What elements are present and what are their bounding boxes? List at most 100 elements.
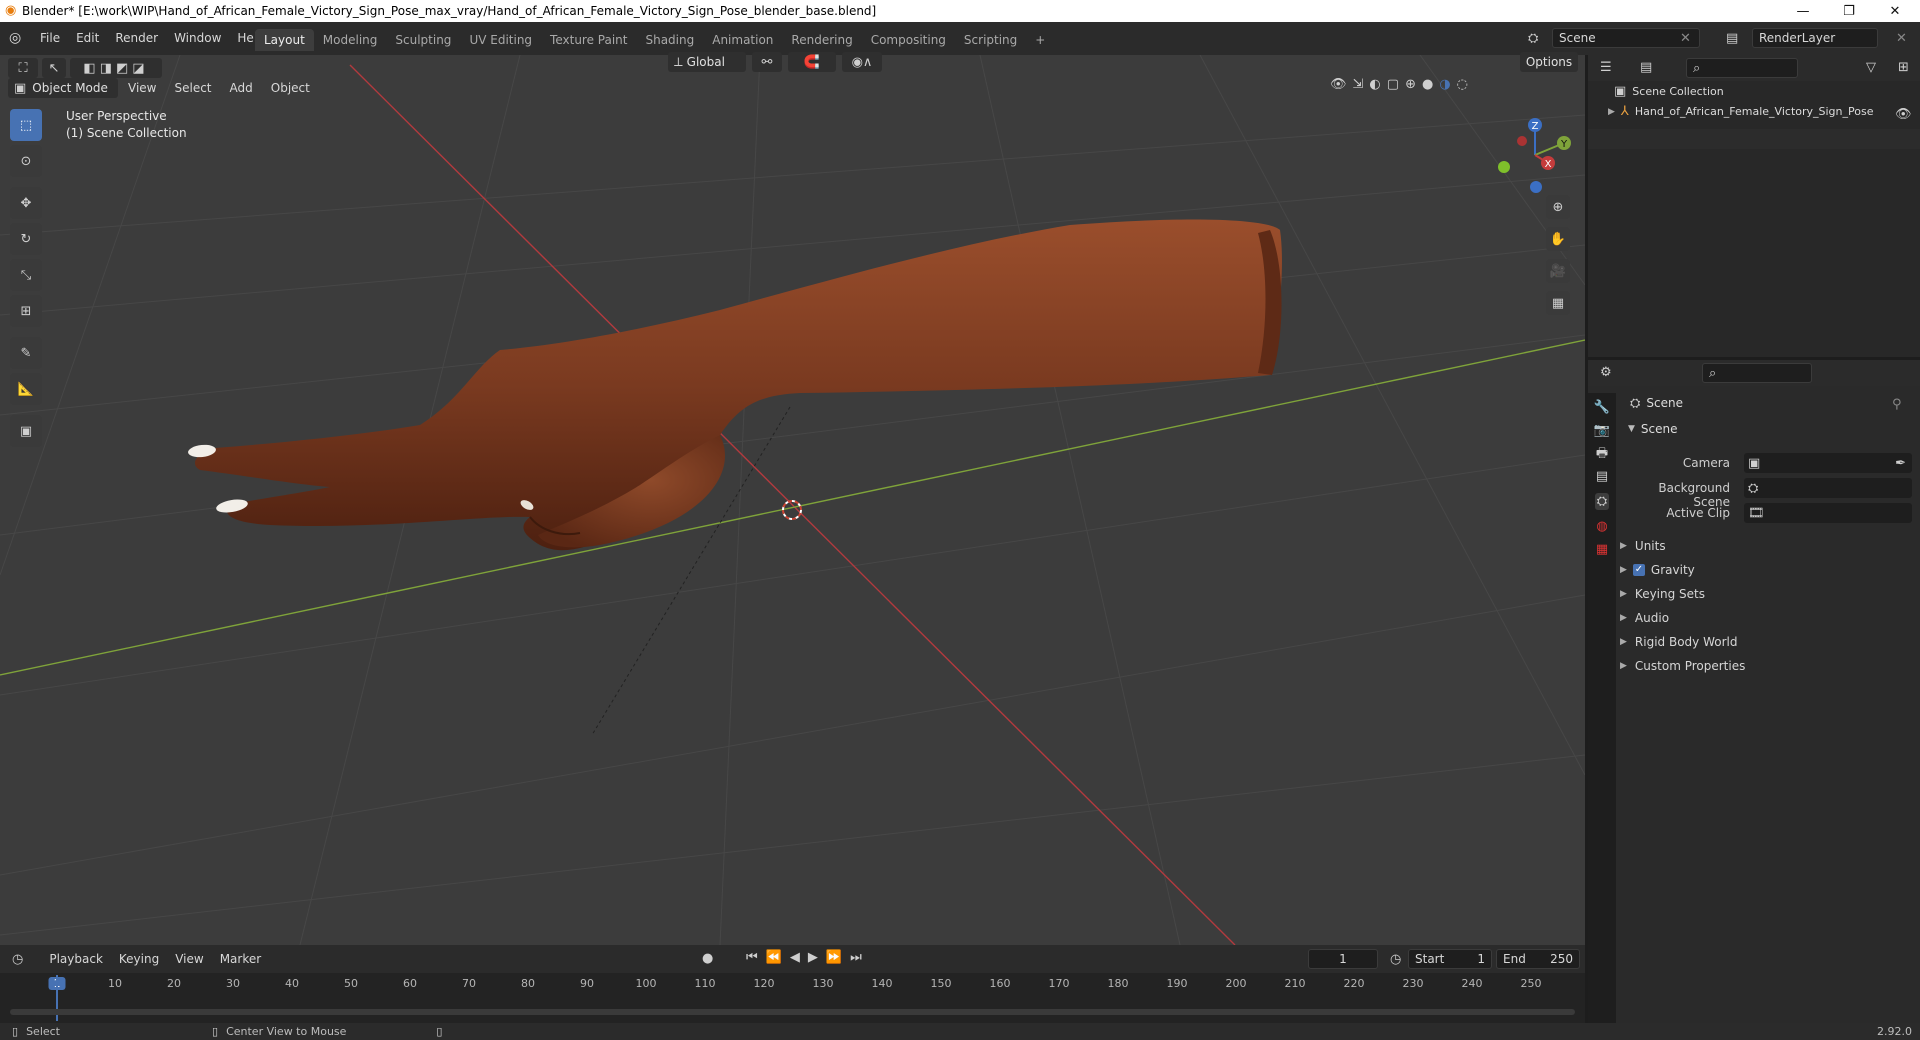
proportional-edit-icon[interactable]: ◉∧ bbox=[842, 52, 882, 72]
eyedropper-icon[interactable]: ✒ bbox=[1895, 457, 1906, 470]
rendered-shading-icon[interactable]: ◌ bbox=[1457, 78, 1468, 91]
outliner-search-input[interactable]: ⌕ bbox=[1686, 58, 1798, 78]
perspective-grid-icon[interactable]: ▦ bbox=[1546, 291, 1570, 315]
preview-range-icon[interactable]: ◷ bbox=[1390, 953, 1401, 966]
timeline[interactable]: 1 10 20 30 40 50 60 70 80 90 100 110 120 130 140 150 160… bbox=[0, 973, 1585, 1023]
play-icon[interactable]: ▶ bbox=[808, 951, 818, 964]
expand-arrow-icon[interactable]: ▶ bbox=[1608, 107, 1615, 117]
filter-icon[interactable]: ▽ bbox=[1866, 61, 1876, 74]
tab-layout[interactable]: Layout bbox=[255, 29, 314, 51]
viewport-menu-select[interactable]: Select bbox=[166, 78, 219, 98]
hand-model[interactable] bbox=[187, 219, 1282, 551]
transform-orientation-dropdown[interactable]: ⟂ Global bbox=[668, 52, 746, 72]
camera-view-icon[interactable]: 🎥 bbox=[1546, 259, 1570, 283]
add-cube-tool[interactable]: ▣ bbox=[10, 415, 42, 447]
texture-tab-icon[interactable]: ▦ bbox=[1596, 543, 1608, 556]
solid-shading-icon[interactable]: ● bbox=[1422, 78, 1433, 91]
cursor-tool[interactable]: ⊙ bbox=[10, 145, 42, 177]
tab-rendering[interactable]: Rendering bbox=[782, 29, 861, 51]
current-frame-field[interactable]: 1 bbox=[1308, 949, 1378, 969]
gravity-checkbox[interactable]: ✓ bbox=[1632, 564, 1645, 576]
section-gravity[interactable]: ▶ ✓ Gravity bbox=[1620, 559, 1920, 581]
display-mode-icon[interactable]: ▤ bbox=[1640, 61, 1652, 74]
timeline-menu-view[interactable]: View bbox=[167, 949, 211, 969]
play-reverse-icon[interactable]: ◀ bbox=[790, 951, 800, 964]
viewport-menu-object[interactable]: Object bbox=[263, 78, 318, 98]
jump-start-icon[interactable]: ⏮ bbox=[746, 951, 758, 964]
blender-menu-icon[interactable]: ◎ bbox=[9, 30, 21, 46]
background-scene-field[interactable]: ⛭ bbox=[1744, 478, 1912, 498]
eye-icon[interactable]: 👁 bbox=[1895, 108, 1912, 121]
move-tool[interactable]: ✥ bbox=[10, 187, 42, 219]
properties-editor-icon[interactable]: ⚙ bbox=[1600, 366, 1612, 379]
menu-window[interactable]: Window bbox=[166, 28, 229, 48]
viewport-menu-add[interactable]: Add bbox=[222, 78, 261, 98]
section-custom-properties[interactable]: ▶ Custom Properties bbox=[1620, 655, 1920, 677]
start-frame-field[interactable]: Start 1 bbox=[1408, 949, 1492, 969]
pan-hand-icon[interactable]: ✋ bbox=[1546, 227, 1570, 251]
camera-field[interactable]: ▣ ✒ bbox=[1744, 453, 1912, 473]
timeline-editor-icon[interactable]: ◷ bbox=[12, 953, 23, 966]
options-dropdown[interactable]: Options bbox=[1520, 52, 1578, 72]
navigation-gizmo[interactable]: Z Y X bbox=[1490, 113, 1580, 197]
menu-edit[interactable]: Edit bbox=[68, 28, 107, 48]
maximize-icon[interactable]: ❐ bbox=[1826, 0, 1872, 22]
zoom-icon[interactable]: ⊕ bbox=[1546, 195, 1570, 219]
pivot-icon[interactable]: ⚯ bbox=[752, 52, 782, 72]
wireframe-shading-icon[interactable]: ⊕ bbox=[1405, 78, 1416, 91]
timeline-menu-keying[interactable]: Keying bbox=[111, 949, 167, 969]
add-workspace-icon[interactable]: + bbox=[1026, 29, 1054, 51]
close-icon[interactable]: ✕ bbox=[1872, 0, 1918, 22]
next-keyframe-icon[interactable]: ⏩ bbox=[826, 951, 842, 964]
view-layer-tab-icon[interactable]: ▤ bbox=[1596, 470, 1608, 483]
timeline-menu-playback[interactable]: Playback bbox=[41, 949, 111, 969]
outliner-editor-icon[interactable]: ☰ bbox=[1600, 61, 1612, 74]
scene-close-icon[interactable]: ✕ bbox=[1680, 32, 1691, 45]
section-keying-sets[interactable]: ▶ Keying Sets bbox=[1620, 583, 1920, 605]
tab-scripting[interactable]: Scripting bbox=[955, 29, 1026, 51]
scene-tab-icon[interactable]: ⛭ bbox=[1594, 493, 1610, 510]
select-box-tool[interactable]: ⬚ bbox=[10, 109, 42, 141]
active-clip-field[interactable]: 🎞 bbox=[1744, 503, 1912, 523]
jump-end-icon[interactable]: ⏭ bbox=[850, 951, 862, 964]
selection-mode-icons[interactable]: ◧◨◩◪ bbox=[70, 58, 162, 78]
viewport-menu-view[interactable]: View bbox=[120, 78, 164, 98]
measure-tool[interactable]: 📐 bbox=[10, 373, 42, 405]
section-units[interactable]: ▶ Units bbox=[1620, 535, 1920, 557]
outliner-item-row[interactable]: ▶ ⅄ Hand_of_African_Female_Victory_Sign_… bbox=[1608, 105, 1874, 118]
3d-viewport[interactable]: User Perspective (1) Scene Collection Z … bbox=[0, 55, 1585, 945]
section-audio[interactable]: ▶ Audio bbox=[1620, 607, 1920, 629]
menu-file[interactable]: File bbox=[32, 28, 68, 48]
scene-panel-header[interactable]: ▼ Scene bbox=[1628, 422, 1678, 436]
scene-icon[interactable]: ⛭ bbox=[1528, 32, 1538, 45]
annotate-tool[interactable]: ✎ bbox=[10, 337, 42, 369]
editor-type-icon[interactable]: ⛶ bbox=[8, 58, 38, 78]
render-tab-icon[interactable]: 📷 bbox=[1594, 424, 1610, 437]
timeline-menu-marker[interactable]: Marker bbox=[212, 949, 269, 969]
tab-sculpting[interactable]: Sculpting bbox=[386, 29, 460, 51]
xray-icon[interactable]: ▢ bbox=[1387, 78, 1399, 91]
new-collection-icon[interactable]: ⊞ bbox=[1898, 61, 1909, 74]
render-layer-close-icon[interactable]: ✕ bbox=[1896, 32, 1907, 45]
scale-tool[interactable]: ⤡ bbox=[10, 259, 42, 291]
material-shading-icon[interactable]: ◑ bbox=[1439, 78, 1450, 91]
menu-render[interactable]: Render bbox=[107, 28, 166, 48]
tab-uv-editing[interactable]: UV Editing bbox=[460, 29, 541, 51]
minimize-icon[interactable]: — bbox=[1780, 0, 1826, 22]
world-tab-icon[interactable]: ◍ bbox=[1596, 520, 1607, 533]
render-layer-icon[interactable]: ▤ bbox=[1726, 32, 1738, 45]
render-layer-selector[interactable]: RenderLayer bbox=[1752, 28, 1878, 48]
properties-search-input[interactable]: ⌕ bbox=[1702, 363, 1812, 383]
output-tab-icon[interactable]: 🖶 bbox=[1596, 447, 1608, 460]
timeline-scrollbar[interactable] bbox=[10, 1009, 1575, 1015]
outliner-root-row[interactable]: ▣ Scene Collection bbox=[1614, 85, 1724, 98]
scene-selector[interactable]: Scene bbox=[1552, 28, 1700, 48]
record-icon[interactable]: ● bbox=[702, 952, 713, 965]
tab-modeling[interactable]: Modeling bbox=[314, 29, 387, 51]
snap-icon[interactable]: 🧲 bbox=[788, 52, 836, 72]
tab-animation[interactable]: Animation bbox=[703, 29, 782, 51]
end-frame-field[interactable]: End 250 bbox=[1496, 949, 1580, 969]
visibility-icon[interactable]: 👁 bbox=[1330, 78, 1347, 91]
overlay-toggle-icon[interactable]: ◐ bbox=[1369, 78, 1380, 91]
rotate-tool[interactable]: ↻ bbox=[10, 223, 42, 255]
